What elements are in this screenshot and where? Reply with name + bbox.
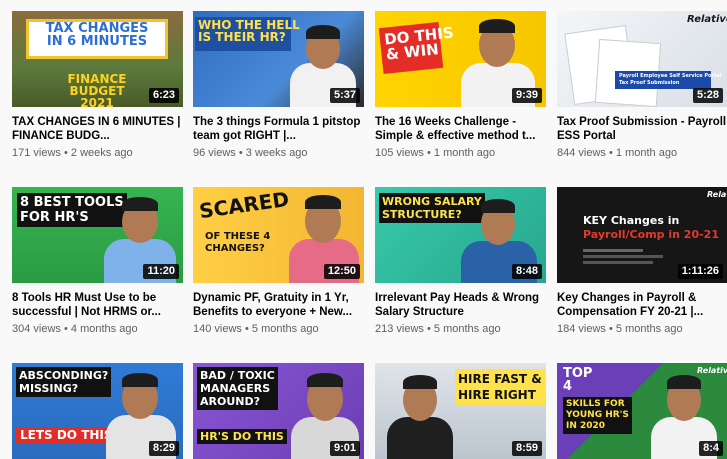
video-duration: 8:29 <box>148 441 179 456</box>
video-duration: 6:23 <box>148 88 179 103</box>
video-title[interactable]: The 3 things Formula 1 pitstop team got … <box>193 115 364 143</box>
upload-age: 5 months ago <box>251 323 319 335</box>
video-meta: 140 views • 5 months ago <box>193 323 364 336</box>
video-thumbnail[interactable]: Relative KEY Changes in Payroll/Comp in … <box>557 187 727 283</box>
video-card[interactable]: ABSCONDING? MISSING? LETS DO THIS! 8:29 <box>12 363 183 459</box>
video-card[interactable]: Relative Payroll Employee Self Service P… <box>557 11 727 160</box>
thumbnail-caption: HIRE FAST & HIRE RIGHT <box>455 369 545 405</box>
video-duration: 5:28 <box>692 88 723 103</box>
video-card[interactable]: SCARED OF THESE 4 CHANGES? 12:50 Dynamic… <box>193 187 364 336</box>
video-meta: 844 views • 1 month ago <box>557 147 727 160</box>
meta-separator: • <box>244 323 249 335</box>
video-thumbnail[interactable]: TAX CHANGES IN 6 MINUTES FINANCE BUDGET … <box>12 11 183 107</box>
thumbnail-subcaption: FINANCE BUDGET 2021 <box>67 72 127 107</box>
meta-separator: • <box>608 147 613 159</box>
view-count: 213 views <box>375 323 424 335</box>
video-duration: 8:4 <box>699 441 723 456</box>
video-card[interactable]: DO THIS & WIN 9:39 The 16 Weeks Challeng… <box>375 11 546 160</box>
video-card[interactable]: 8 BEST TOOLS FOR HR'S 11:20 8 Tools HR M… <box>12 187 183 336</box>
video-thumbnail[interactable]: ABSCONDING? MISSING? LETS DO THIS! 8:29 <box>12 363 183 459</box>
upload-age: 5 months ago <box>433 323 501 335</box>
upload-age: 2 weeks ago <box>70 147 133 159</box>
video-duration: 12:50 <box>323 264 360 279</box>
video-duration: 9:01 <box>329 441 360 456</box>
video-thumbnail[interactable]: Relative Payroll Employee Self Service P… <box>557 11 727 107</box>
thumbnail-subcaption: OF THESE 4 CHANGES? <box>205 231 271 254</box>
video-title[interactable]: TAX CHANGES IN 6 MINUTES | FINANCE BUDG.… <box>12 115 183 143</box>
video-thumbnail[interactable]: WRONG SALARY STRUCTURE? 8:48 <box>375 187 546 283</box>
video-card[interactable]: WRONG SALARY STRUCTURE? 8:48 Irrelevant … <box>375 187 546 336</box>
thumbnail-subcaption: Payroll Employee Self Service Portal Tax… <box>619 73 722 86</box>
video-thumbnail[interactable]: 8 BEST TOOLS FOR HR'S 11:20 <box>12 187 183 283</box>
video-title[interactable]: Irrelevant Pay Heads & Wrong Salary Stru… <box>375 291 546 319</box>
view-count: 105 views <box>375 147 424 159</box>
video-card[interactable]: TAX CHANGES IN 6 MINUTES FINANCE BUDGET … <box>12 11 183 160</box>
meta-separator: • <box>426 323 431 335</box>
video-thumbnail[interactable]: DO THIS & WIN 9:39 <box>375 11 546 107</box>
video-duration: 1:11:26 <box>677 264 723 279</box>
view-count: 844 views <box>557 147 606 159</box>
thumbnail-caption: ABSCONDING? MISSING? <box>16 367 112 397</box>
upload-age: 1 month ago <box>615 147 678 159</box>
video-duration: 11:20 <box>143 264 179 279</box>
video-thumbnail[interactable]: BAD / TOXIC MANAGERS AROUND? HR'S DO THI… <box>193 363 364 459</box>
video-thumbnail[interactable]: HIRE FAST & HIRE RIGHT 8:59 <box>375 363 546 459</box>
meta-separator: • <box>608 323 613 335</box>
video-meta: 171 views • 2 weeks ago <box>12 147 183 160</box>
video-title[interactable]: 8 Tools HR Must Use to be successful | N… <box>12 291 183 319</box>
view-count: 96 views <box>193 147 236 159</box>
video-card[interactable]: TOP 4 SKILLS FOR YOUNG HR'S IN 2020 Rela… <box>557 363 727 459</box>
video-duration: 8:59 <box>511 441 542 456</box>
meta-separator: • <box>426 147 431 159</box>
presenter-details-line <box>583 255 663 258</box>
meta-separator: • <box>238 147 243 159</box>
view-count: 140 views <box>193 323 242 335</box>
video-meta: 96 views • 3 weeks ago <box>193 147 364 160</box>
meta-separator: • <box>63 147 68 159</box>
video-meta: 304 views • 4 months ago <box>12 323 183 336</box>
video-duration: 5:37 <box>329 88 360 103</box>
thumbnail-caption: TAX CHANGES IN 6 MINUTES <box>45 21 149 49</box>
video-card[interactable]: BAD / TOXIC MANAGERS AROUND? HR'S DO THI… <box>193 363 364 459</box>
video-title[interactable]: The 16 Weeks Challenge - Simple & effect… <box>375 115 546 143</box>
video-meta: 184 views • 5 months ago <box>557 323 727 336</box>
thumbnail-subcaption: HR'S DO THIS <box>197 429 287 444</box>
video-title[interactable]: Dynamic PF, Gratuity in 1 Yr, Benefits t… <box>193 291 364 319</box>
video-thumbnail[interactable]: SCARED OF THESE 4 CHANGES? 12:50 <box>193 187 364 283</box>
thumbnail-caption: BAD / TOXIC MANAGERS AROUND? <box>197 367 278 410</box>
video-duration: 8:48 <box>511 264 542 279</box>
view-count: 304 views <box>12 323 61 335</box>
upload-age: 5 months ago <box>615 323 683 335</box>
thumbnail-caption: TOP 4 <box>563 366 593 394</box>
video-card[interactable]: Relative KEY Changes in Payroll/Comp in … <box>557 187 727 336</box>
video-card[interactable]: WHO THE HELL IS THEIR HR? 5:37 The 3 thi… <box>193 11 364 160</box>
video-title[interactable]: Tax Proof Submission - Payroll ESS Porta… <box>557 115 727 143</box>
upload-age: 3 weeks ago <box>245 147 308 159</box>
video-thumbnail[interactable]: WHO THE HELL IS THEIR HR? 5:37 <box>193 11 364 107</box>
thumbnail-caption: KEY Changes in <box>583 214 680 227</box>
brand-logo: Relative <box>687 14 727 25</box>
video-thumbnail[interactable]: TOP 4 SKILLS FOR YOUNG HR'S IN 2020 Rela… <box>557 363 727 459</box>
thumbnail-subcaption: SKILLS FOR YOUNG HR'S IN 2020 <box>563 397 632 434</box>
presenter-image <box>385 373 455 459</box>
brand-logo: Relative <box>707 190 727 199</box>
video-card[interactable]: HIRE FAST & HIRE RIGHT 8:59 <box>375 363 546 459</box>
meta-separator: • <box>63 323 68 335</box>
view-count: 171 views <box>12 147 61 159</box>
view-count: 184 views <box>557 323 606 335</box>
video-meta: 213 views • 5 months ago <box>375 323 546 336</box>
upload-age: 4 months ago <box>70 323 138 335</box>
thumbnail-caption: WHO THE HELL IS THEIR HR? <box>198 18 300 44</box>
upload-age: 1 month ago <box>433 147 496 159</box>
presenter-details-line <box>583 249 643 252</box>
video-title[interactable]: Key Changes in Payroll & Compensation FY… <box>557 291 727 319</box>
video-meta: 105 views • 1 month ago <box>375 147 546 160</box>
video-duration: 9:39 <box>511 88 542 103</box>
thumbnail-subcaption: Payroll/Comp in 20-21 <box>583 228 719 241</box>
presenter-details-line <box>583 261 653 264</box>
